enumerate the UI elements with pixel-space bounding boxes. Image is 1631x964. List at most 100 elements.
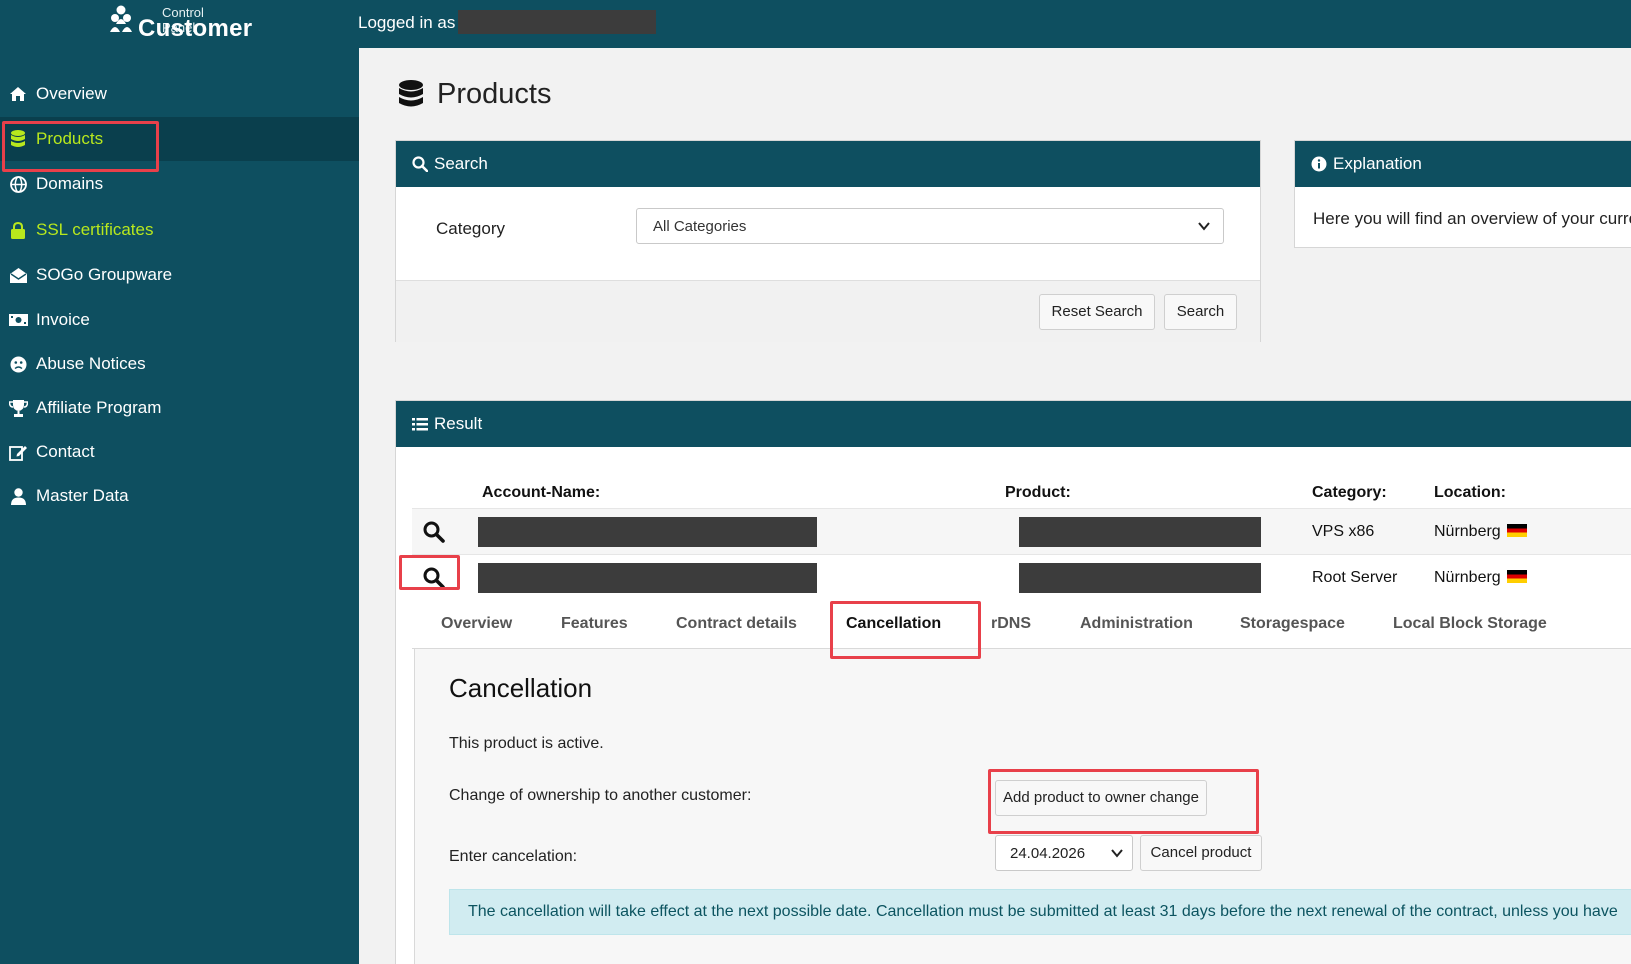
result-panel: Result Account-Name: Product: Category: … (395, 400, 1631, 964)
row-location: Nürnberg (1434, 523, 1527, 541)
logo[interactable]: Control Panel Customer (110, 2, 252, 44)
lock-icon (8, 220, 28, 240)
main-content: Products Search Category All Categories … (359, 48, 1631, 964)
category-label: Category (436, 219, 505, 238)
money-bill-icon (8, 310, 28, 330)
category-select-value: All Categories (653, 218, 747, 235)
germany-flag-icon (1506, 524, 1527, 537)
sidebar-item-domains[interactable]: Domains (0, 162, 359, 206)
sidebar-item-label: Products (36, 129, 104, 148)
sidebar-item-label: SSL certificates (36, 220, 154, 239)
tab-cancellation[interactable]: Cancellation (846, 615, 941, 633)
tab-features[interactable]: Features (561, 615, 628, 633)
table-row[interactable]: VPS x86 Nürnberg (412, 508, 1631, 554)
tab-local-block-storage[interactable]: Local Block Storage (1393, 615, 1547, 633)
redacted-product (1019, 517, 1261, 547)
top-bar: Control Panel Customer Logged in as (0, 0, 1631, 48)
product-tabs: Overview Features Contract details Cance… (412, 599, 1631, 649)
search-icon (412, 156, 428, 172)
user-icon (8, 486, 28, 506)
owner-change-label: Change of ownership to another customer: (449, 787, 752, 804)
cancellation-info-text: The cancellation will take effect at the… (468, 903, 1618, 920)
table-row[interactable]: Root Server Nürnberg (412, 554, 1631, 600)
sidebar-item-label: Affiliate Program (36, 398, 162, 417)
redacted-product (1019, 563, 1261, 593)
search-panel-header: Search (396, 141, 1260, 187)
users-logo-icon (110, 5, 132, 32)
envelope-open-icon (8, 265, 28, 285)
sidebar-item-products[interactable]: Products (0, 117, 359, 161)
germany-flag-icon (1506, 570, 1527, 583)
cancellation-date-select[interactable]: 24.04.2026 (995, 835, 1133, 871)
trophy-icon (8, 398, 28, 418)
page-title: Products (437, 78, 552, 110)
row-category: Root Server (1312, 569, 1398, 586)
explanation-panel-header: Explanation (1295, 141, 1631, 187)
edit-icon (8, 442, 28, 462)
magnifier-icon[interactable] (422, 566, 446, 590)
list-icon (412, 418, 428, 431)
row-location-text: Nürnberg (1434, 569, 1501, 586)
explanation-text: Here you will find an overview of your c… (1313, 209, 1631, 228)
chevron-down-icon (1111, 849, 1123, 858)
sidebar-item-label: SOGo Groupware (36, 265, 173, 284)
sidebar-item-overview[interactable]: Overview (0, 72, 359, 116)
chevron-down-icon (1198, 222, 1210, 231)
product-status-text: This product is active. (449, 735, 604, 752)
tab-overview[interactable]: Overview (441, 615, 512, 633)
redacted-account-name (478, 563, 817, 593)
result-panel-header: Result (396, 401, 1631, 447)
reset-search-button[interactable]: Reset Search (1039, 294, 1155, 330)
enter-cancelation-label: Enter cancelation: (449, 848, 578, 865)
globe-icon (8, 174, 28, 194)
explanation-panel: Explanation Here you will find an overvi… (1294, 140, 1631, 248)
frown-icon (8, 354, 28, 374)
tab-administration[interactable]: Administration (1080, 615, 1193, 633)
search-panel: Search Category All Categories Reset Sea… (395, 140, 1261, 342)
search-panel-title: Search (434, 154, 488, 173)
row-location: Nürnberg (1434, 569, 1527, 587)
redacted-username (458, 10, 656, 34)
sidebar-item-label: Domains (36, 174, 104, 193)
sidebar-item-label: Invoice (36, 310, 90, 329)
sidebar-item-label: Abuse Notices (36, 354, 146, 373)
sidebar-item-master-data[interactable]: Master Data (0, 474, 359, 518)
redacted-account-name (478, 517, 817, 547)
cancel-product-button[interactable]: Cancel product (1140, 835, 1262, 871)
sidebar: Overview Products Domains SSL certificat… (0, 48, 359, 964)
sidebar-item-label: Contact (36, 442, 95, 461)
tab-rdns[interactable]: rDNS (991, 615, 1031, 633)
cancellation-title: Cancellation (449, 673, 593, 703)
tab-contract-details[interactable]: Contract details (676, 615, 797, 633)
magnifier-icon[interactable] (422, 520, 446, 544)
database-icon (399, 80, 423, 107)
column-header-account-name[interactable]: Account-Name: (482, 484, 600, 502)
sidebar-item-sogo-groupware[interactable]: SOGo Groupware (0, 253, 359, 297)
logo-big-text: Customer (138, 15, 253, 42)
add-to-owner-change-button[interactable]: Add product to owner change (995, 780, 1207, 816)
cancellation-date-value: 24.04.2026 (1010, 845, 1086, 862)
search-button[interactable]: Search (1164, 294, 1237, 330)
database-icon (8, 129, 28, 149)
sidebar-item-label: Master Data (36, 486, 129, 505)
cancellation-tab-content: Cancellation This product is active. Cha… (414, 649, 1631, 964)
sidebar-item-invoice[interactable]: Invoice (0, 298, 359, 342)
column-header-location[interactable]: Location: (1434, 484, 1506, 502)
home-icon (8, 84, 28, 104)
explanation-panel-title: Explanation (1333, 154, 1422, 173)
result-panel-title: Result (434, 414, 483, 433)
sidebar-item-affiliate-program[interactable]: Affiliate Program (0, 386, 359, 430)
search-panel-footer: Reset Search Search (396, 280, 1260, 342)
column-header-product[interactable]: Product: (1005, 484, 1071, 502)
sidebar-item-abuse-notices[interactable]: Abuse Notices (0, 342, 359, 386)
sidebar-item-label: Overview (36, 84, 107, 103)
column-header-category[interactable]: Category: (1312, 484, 1387, 502)
info-circle-icon (1311, 156, 1327, 172)
tab-storagespace[interactable]: Storagespace (1240, 615, 1345, 633)
logged-in-label: Logged in as (358, 13, 456, 32)
sidebar-item-ssl-certificates[interactable]: SSL certificates (0, 208, 359, 252)
row-location-text: Nürnberg (1434, 523, 1501, 540)
row-category: VPS x86 (1312, 523, 1375, 540)
category-select[interactable]: All Categories (636, 208, 1224, 244)
sidebar-item-contact[interactable]: Contact (0, 430, 359, 474)
